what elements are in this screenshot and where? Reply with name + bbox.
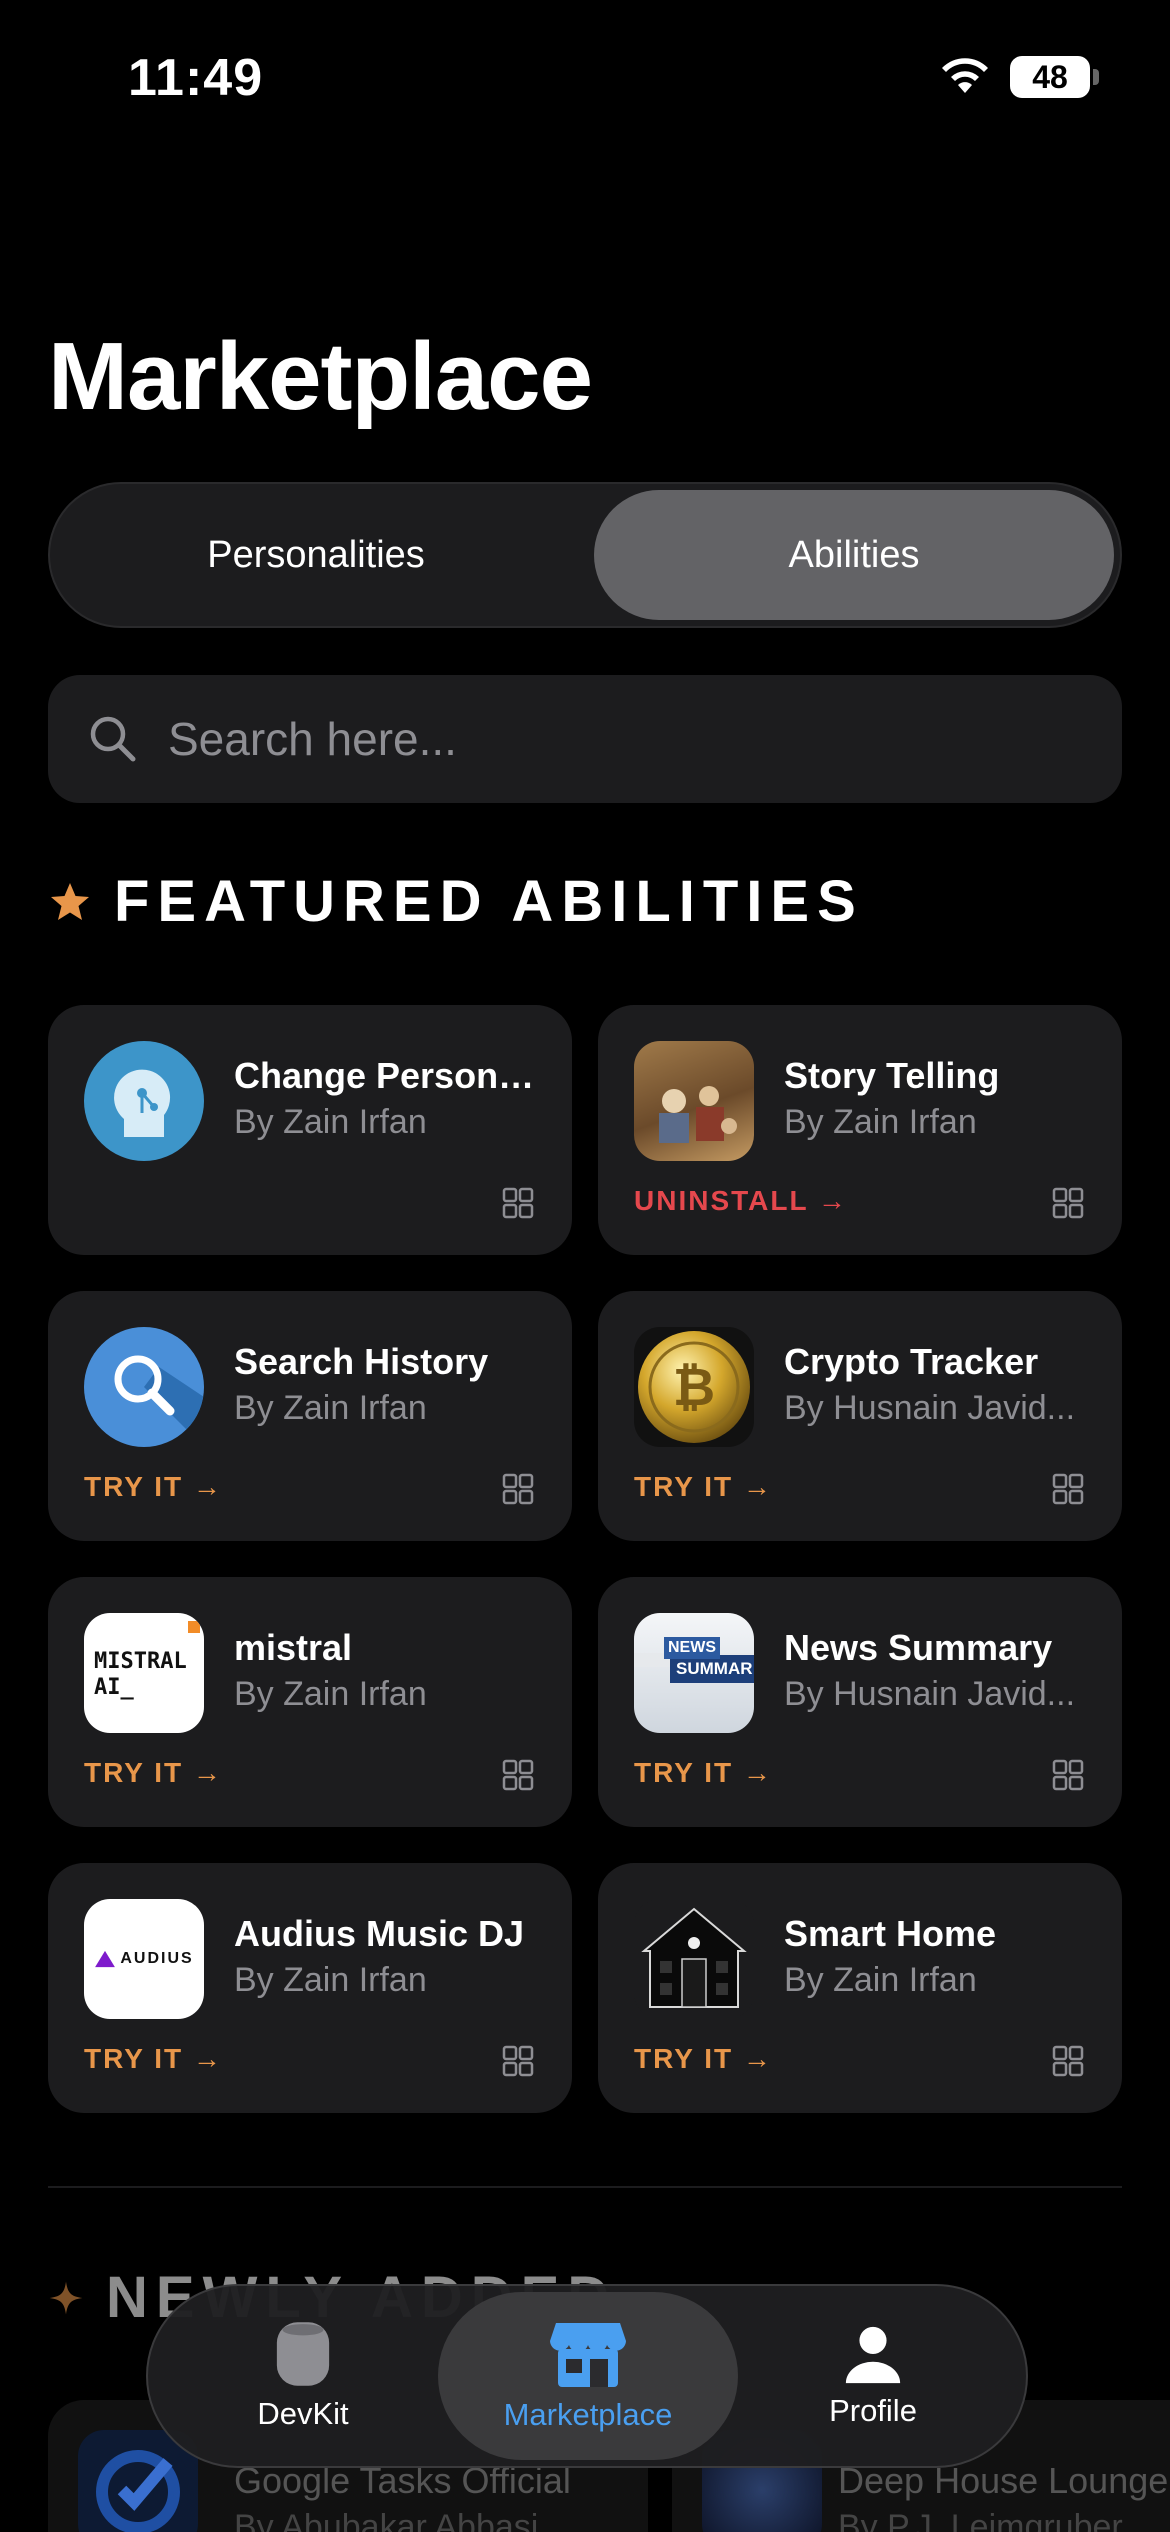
status-time: 11:49 bbox=[128, 49, 264, 107]
card-author: By Zain Irfan bbox=[234, 1675, 427, 1713]
audius-triangle-icon bbox=[95, 1950, 116, 1968]
story-telling-thumbnail bbox=[634, 1041, 754, 1161]
grid-icon[interactable] bbox=[502, 1187, 534, 1219]
try-it-button[interactable]: TRY IT → bbox=[84, 1471, 223, 1503]
battery-level: 48 bbox=[1032, 58, 1068, 95]
ai-head-icon bbox=[114, 1069, 171, 1137]
card-name: Crypto Tracker bbox=[784, 1341, 1039, 1382]
card-author: By Zain Irfan bbox=[784, 1961, 977, 1999]
tab-label: Profile bbox=[829, 2393, 917, 2428]
status-bar: 11:49 48 bbox=[0, 0, 1170, 150]
house-icon bbox=[641, 1907, 747, 2008]
grid-icon[interactable] bbox=[502, 1759, 534, 1791]
status-indicators: 48 bbox=[938, 56, 1099, 98]
try-it-button[interactable]: TRY IT → bbox=[84, 2043, 223, 2075]
card-author: By Zain Irfan bbox=[234, 1961, 427, 1999]
try-it-button[interactable]: TRY IT → bbox=[634, 1757, 773, 1789]
segment-personalities[interactable]: Personalities bbox=[56, 490, 576, 620]
mistral-thumbnail: MISTRAL AI_ bbox=[84, 1613, 204, 1733]
person-icon bbox=[845, 2326, 901, 2384]
grid-icon[interactable] bbox=[502, 1473, 534, 1505]
segment-control: Personalities Abilities bbox=[48, 482, 1122, 628]
news-summary-thumbnail: SUMMAR NEWS bbox=[634, 1613, 754, 1733]
crypto-tracker-thumbnail: ₿ bbox=[634, 1327, 754, 1447]
store-icon bbox=[550, 2323, 626, 2387]
painting-image bbox=[659, 1086, 737, 1143]
sparkle-icon bbox=[49, 2281, 83, 2314]
mistral-logo-line1: MISTRAL bbox=[94, 1649, 187, 1674]
card-name: Change Persona... bbox=[234, 1055, 544, 1096]
grid-icon[interactable] bbox=[1052, 1187, 1084, 1219]
news-logo-line2: SUMMAR bbox=[670, 1655, 754, 1683]
tab-label: DevKit bbox=[257, 2396, 349, 2431]
try-it-button[interactable]: TRY IT → bbox=[84, 1757, 223, 1789]
tab-marketplace[interactable]: Marketplace bbox=[438, 2292, 738, 2460]
devkit-speaker-icon bbox=[276, 2322, 330, 2386]
search-icon bbox=[90, 716, 136, 762]
tab-profile[interactable]: Profile bbox=[768, 2292, 978, 2460]
ability-card-mistral[interactable]: MISTRAL AI_ mistral By Zain Irfan TRY IT… bbox=[48, 1577, 572, 1827]
ability-card-change-persona[interactable]: Change Persona... By Zain Irfan bbox=[48, 1005, 572, 1255]
battery-icon: 48 bbox=[1010, 56, 1099, 98]
card-name: mistral bbox=[234, 1627, 353, 1668]
card-name: News Summary bbox=[784, 1627, 1053, 1668]
ability-card-audius-music-dj[interactable]: AUDIUS Audius Music DJ By Zain Irfan TRY… bbox=[48, 1863, 572, 2113]
star-icon bbox=[51, 882, 89, 920]
grid-icon[interactable] bbox=[1052, 1759, 1084, 1791]
segment-abilities[interactable]: Abilities bbox=[594, 490, 1114, 620]
wifi-icon bbox=[942, 58, 988, 93]
ability-card-search-history[interactable]: Search History By Zain Irfan TRY IT → bbox=[48, 1291, 572, 1541]
card-name: Story Telling bbox=[784, 1055, 1000, 1096]
audius-logo-text: AUDIUS bbox=[120, 1950, 194, 1967]
mistral-logo-line2: AI_ bbox=[94, 1675, 134, 1700]
page-title: Marketplace bbox=[48, 323, 593, 430]
featured-heading-text: FEATURED ABILITIES bbox=[114, 869, 864, 934]
card-name: Search History bbox=[234, 1341, 489, 1382]
ability-card-story-telling[interactable]: Story Telling By Zain Irfan UNINSTALL → bbox=[598, 1005, 1122, 1255]
search-history-thumbnail bbox=[84, 1327, 204, 1447]
svg-text:₿: ₿ bbox=[673, 1358, 715, 1418]
audius-thumbnail: AUDIUS bbox=[84, 1899, 204, 2019]
card-author: By Zain Irfan bbox=[234, 1389, 427, 1427]
smart-home-thumbnail bbox=[634, 1899, 754, 2019]
card-author: By P.J. Leimgruber bbox=[838, 2508, 1123, 2532]
try-it-button[interactable]: TRY IT → bbox=[634, 1471, 773, 1503]
magnifier-icon bbox=[114, 1355, 204, 1447]
grid-icon[interactable] bbox=[502, 2045, 534, 2077]
search-input[interactable]: Search here... bbox=[48, 675, 1122, 803]
card-author: By Husnain Javid... bbox=[784, 1389, 1076, 1427]
featured-heading: FEATURED ABILITIES bbox=[48, 868, 864, 935]
grid-icon[interactable] bbox=[1052, 2045, 1084, 2077]
section-divider bbox=[48, 2186, 1122, 2188]
card-author: By Zain Irfan bbox=[234, 1103, 427, 1141]
uninstall-button[interactable]: UNINSTALL → bbox=[634, 1185, 848, 1217]
card-author: By Abubakar Abbasi bbox=[234, 2508, 539, 2532]
change-persona-thumbnail bbox=[84, 1041, 204, 1161]
tab-label: Marketplace bbox=[503, 2397, 673, 2432]
ability-card-news-summary[interactable]: SUMMAR NEWS News Summary By Husnain Javi… bbox=[598, 1577, 1122, 1827]
ability-card-crypto-tracker[interactable]: ₿ Crypto Tracker By Husnain Javid... TRY… bbox=[598, 1291, 1122, 1541]
grid-icon[interactable] bbox=[1052, 1473, 1084, 1505]
news-logo-line1: NEWS bbox=[664, 1637, 720, 1659]
try-it-button[interactable]: TRY IT → bbox=[634, 2043, 773, 2075]
bitcoin-coin-icon: ₿ bbox=[638, 1331, 750, 1443]
card-author: By Husnain Javid... bbox=[784, 1675, 1076, 1713]
ability-card-smart-home[interactable]: Smart Home By Zain Irfan TRY IT → bbox=[598, 1863, 1122, 2113]
card-author: By Zain Irfan bbox=[784, 1103, 977, 1141]
tab-devkit[interactable]: DevKit bbox=[198, 2292, 408, 2460]
tab-bar: DevKit Marketplace Profile bbox=[146, 2284, 1028, 2468]
card-name: Smart Home bbox=[784, 1913, 997, 1954]
search-placeholder: Search here... bbox=[168, 713, 457, 765]
card-name: Audius Music DJ bbox=[234, 1913, 525, 1954]
